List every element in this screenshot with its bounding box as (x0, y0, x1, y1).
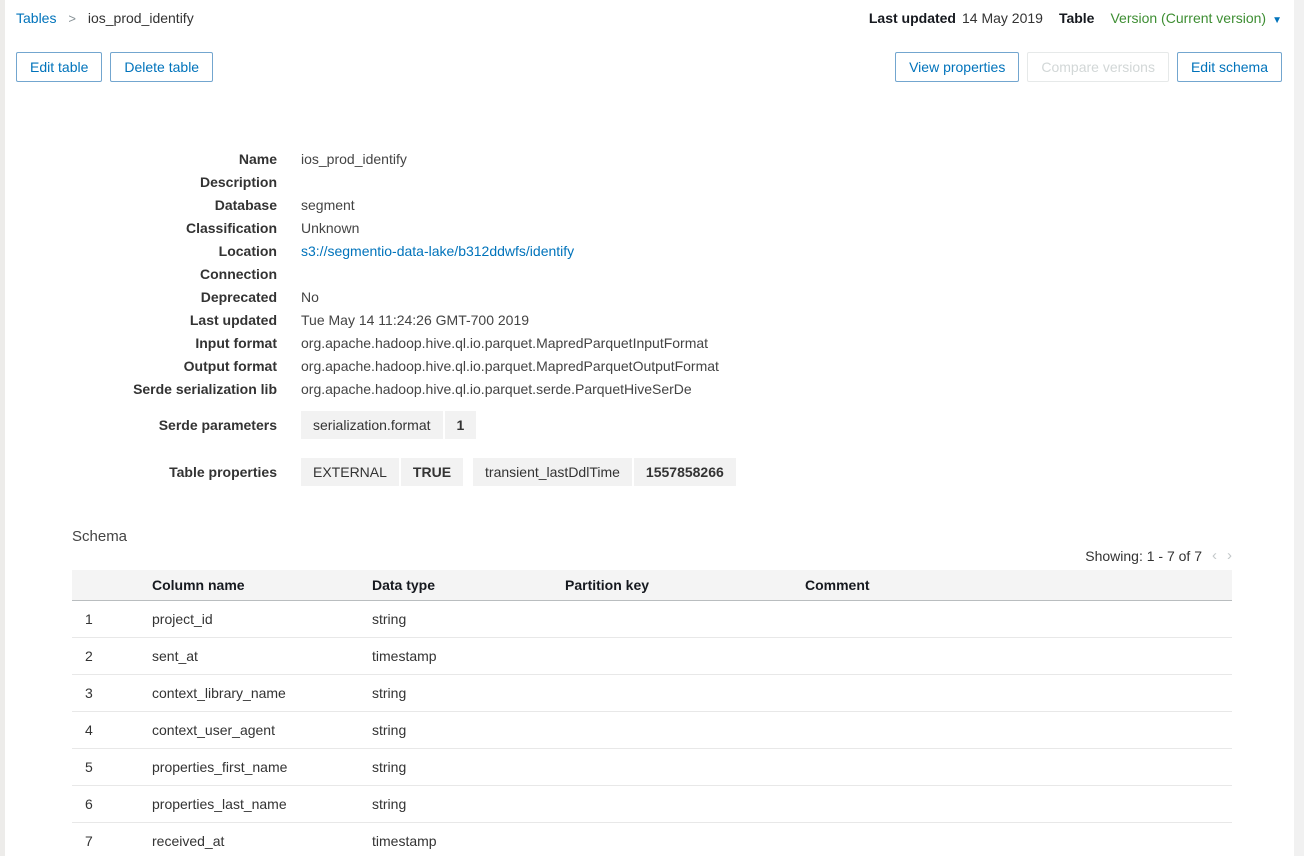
detail-value-name: ios_prod_identify (301, 148, 407, 171)
view-properties-button[interactable]: View properties (895, 52, 1019, 82)
edit-table-button[interactable]: Edit table (16, 52, 102, 82)
location-s3-link[interactable]: s3://segmentio-data-lake/b312ddwfs/ident… (301, 240, 574, 263)
detail-row-location: Location s3://segmentio-data-lake/b312dd… (16, 240, 1282, 263)
schema-header-row: Column name Data type Partition key Comm… (72, 570, 1232, 601)
detail-row-database: Database segment (16, 194, 1282, 217)
detail-value-last-updated: Tue May 14 11:24:26 GMT-700 2019 (301, 309, 529, 332)
table-label: Table (1059, 10, 1095, 26)
breadcrumb-tables-link[interactable]: Tables (16, 10, 56, 26)
last-updated-value: 14 May 2019 (962, 10, 1043, 26)
detail-row-connection: Connection (16, 263, 1282, 286)
detail-value-input-format: org.apache.hadoop.hive.ql.io.parquet.Map… (301, 332, 708, 355)
detail-value-serde-lib: org.apache.hadoop.hive.ql.io.parquet.ser… (301, 378, 692, 401)
breadcrumb: Tables > ios_prod_identify (16, 10, 194, 26)
table-property-pill: transient_lastDdlTime 1557858266 (473, 458, 736, 486)
row-number-header (72, 570, 152, 601)
version-dropdown[interactable]: Version (Current version) ▼ (1110, 10, 1282, 26)
table-detail-page: Tables > ios_prod_identify Last updated … (5, 0, 1294, 856)
right-actions: View properties Compare versions Edit sc… (895, 52, 1282, 82)
detail-row-last-updated: Last updated Tue May 14 11:24:26 GMT-700… (16, 309, 1282, 332)
table-properties-label: Table properties (16, 458, 277, 486)
partition-key-header: Partition key (565, 570, 805, 601)
showing-count: Showing: 1 - 7 of 7 (1085, 548, 1202, 564)
schema-table: Column name Data type Partition key Comm… (72, 570, 1232, 856)
action-bar: Edit table Delete table View properties … (16, 52, 1282, 82)
detail-row-classification: Classification Unknown (16, 217, 1282, 240)
detail-row-serde-lib: Serde serialization lib org.apache.hadoo… (16, 378, 1282, 401)
table-row: 1 project_id string (72, 601, 1232, 638)
table-row: 7 received_at timestamp (72, 823, 1232, 856)
last-updated-label: Last updated (869, 10, 956, 26)
schema-pagination: Showing: 1 - 7 of 7 ‹ › (72, 547, 1232, 564)
column-name-header: Column name (152, 570, 372, 601)
detail-row-deprecated: Deprecated No (16, 286, 1282, 309)
left-actions: Edit table Delete table (16, 52, 213, 82)
detail-row-name: Name ios_prod_identify (16, 148, 1282, 171)
edit-schema-button[interactable]: Edit schema (1177, 52, 1282, 82)
table-row: 4 context_user_agent string (72, 712, 1232, 749)
detail-row-description: Description (16, 171, 1282, 194)
table-row: 3 context_library_name string (72, 675, 1232, 712)
detail-value-output-format: org.apache.hadoop.hive.ql.io.parquet.Map… (301, 355, 719, 378)
compare-versions-button[interactable]: Compare versions (1027, 52, 1169, 82)
top-bar: Tables > ios_prod_identify Last updated … (16, 10, 1282, 26)
chevron-down-icon: ▼ (1272, 15, 1282, 26)
next-page-icon[interactable]: › (1227, 547, 1232, 564)
serde-parameters-label: Serde parameters (16, 411, 277, 439)
right-scroll-gutter (1294, 0, 1304, 856)
breadcrumb-separator-icon: > (68, 11, 76, 26)
header-meta: Last updated 14 May 2019 Table Version (… (869, 10, 1282, 26)
version-dropdown-label: Version (Current version) (1110, 10, 1266, 26)
prev-page-icon[interactable]: ‹ (1212, 547, 1217, 564)
detail-row-output-format: Output format org.apache.hadoop.hive.ql.… (16, 355, 1282, 378)
detail-value-deprecated: No (301, 286, 319, 309)
schema-title: Schema (72, 528, 1232, 545)
table-row: 2 sent_at timestamp (72, 638, 1232, 675)
table-row: 5 properties_first_name string (72, 749, 1232, 786)
data-type-header: Data type (372, 570, 565, 601)
detail-value-database: segment (301, 194, 355, 217)
table-property-pill: EXTERNAL TRUE (301, 458, 463, 486)
breadcrumb-current-table: ios_prod_identify (88, 10, 194, 26)
schema-section: Schema Showing: 1 - 7 of 7 ‹ › Column na… (72, 528, 1232, 856)
detail-row-input-format: Input format org.apache.hadoop.hive.ql.i… (16, 332, 1282, 355)
comment-header: Comment (805, 570, 1232, 601)
serde-parameters-row: Serde parameters serialization.format 1 (16, 411, 1282, 439)
delete-table-button[interactable]: Delete table (110, 52, 213, 82)
table-row: 6 properties_last_name string (72, 786, 1232, 823)
table-properties-row: Table properties EXTERNAL TRUE transient… (16, 458, 1282, 486)
table-details: Name ios_prod_identify Description Datab… (16, 148, 1282, 401)
detail-value-classification: Unknown (301, 217, 359, 240)
serde-parameter-pill: serialization.format 1 (301, 411, 476, 439)
